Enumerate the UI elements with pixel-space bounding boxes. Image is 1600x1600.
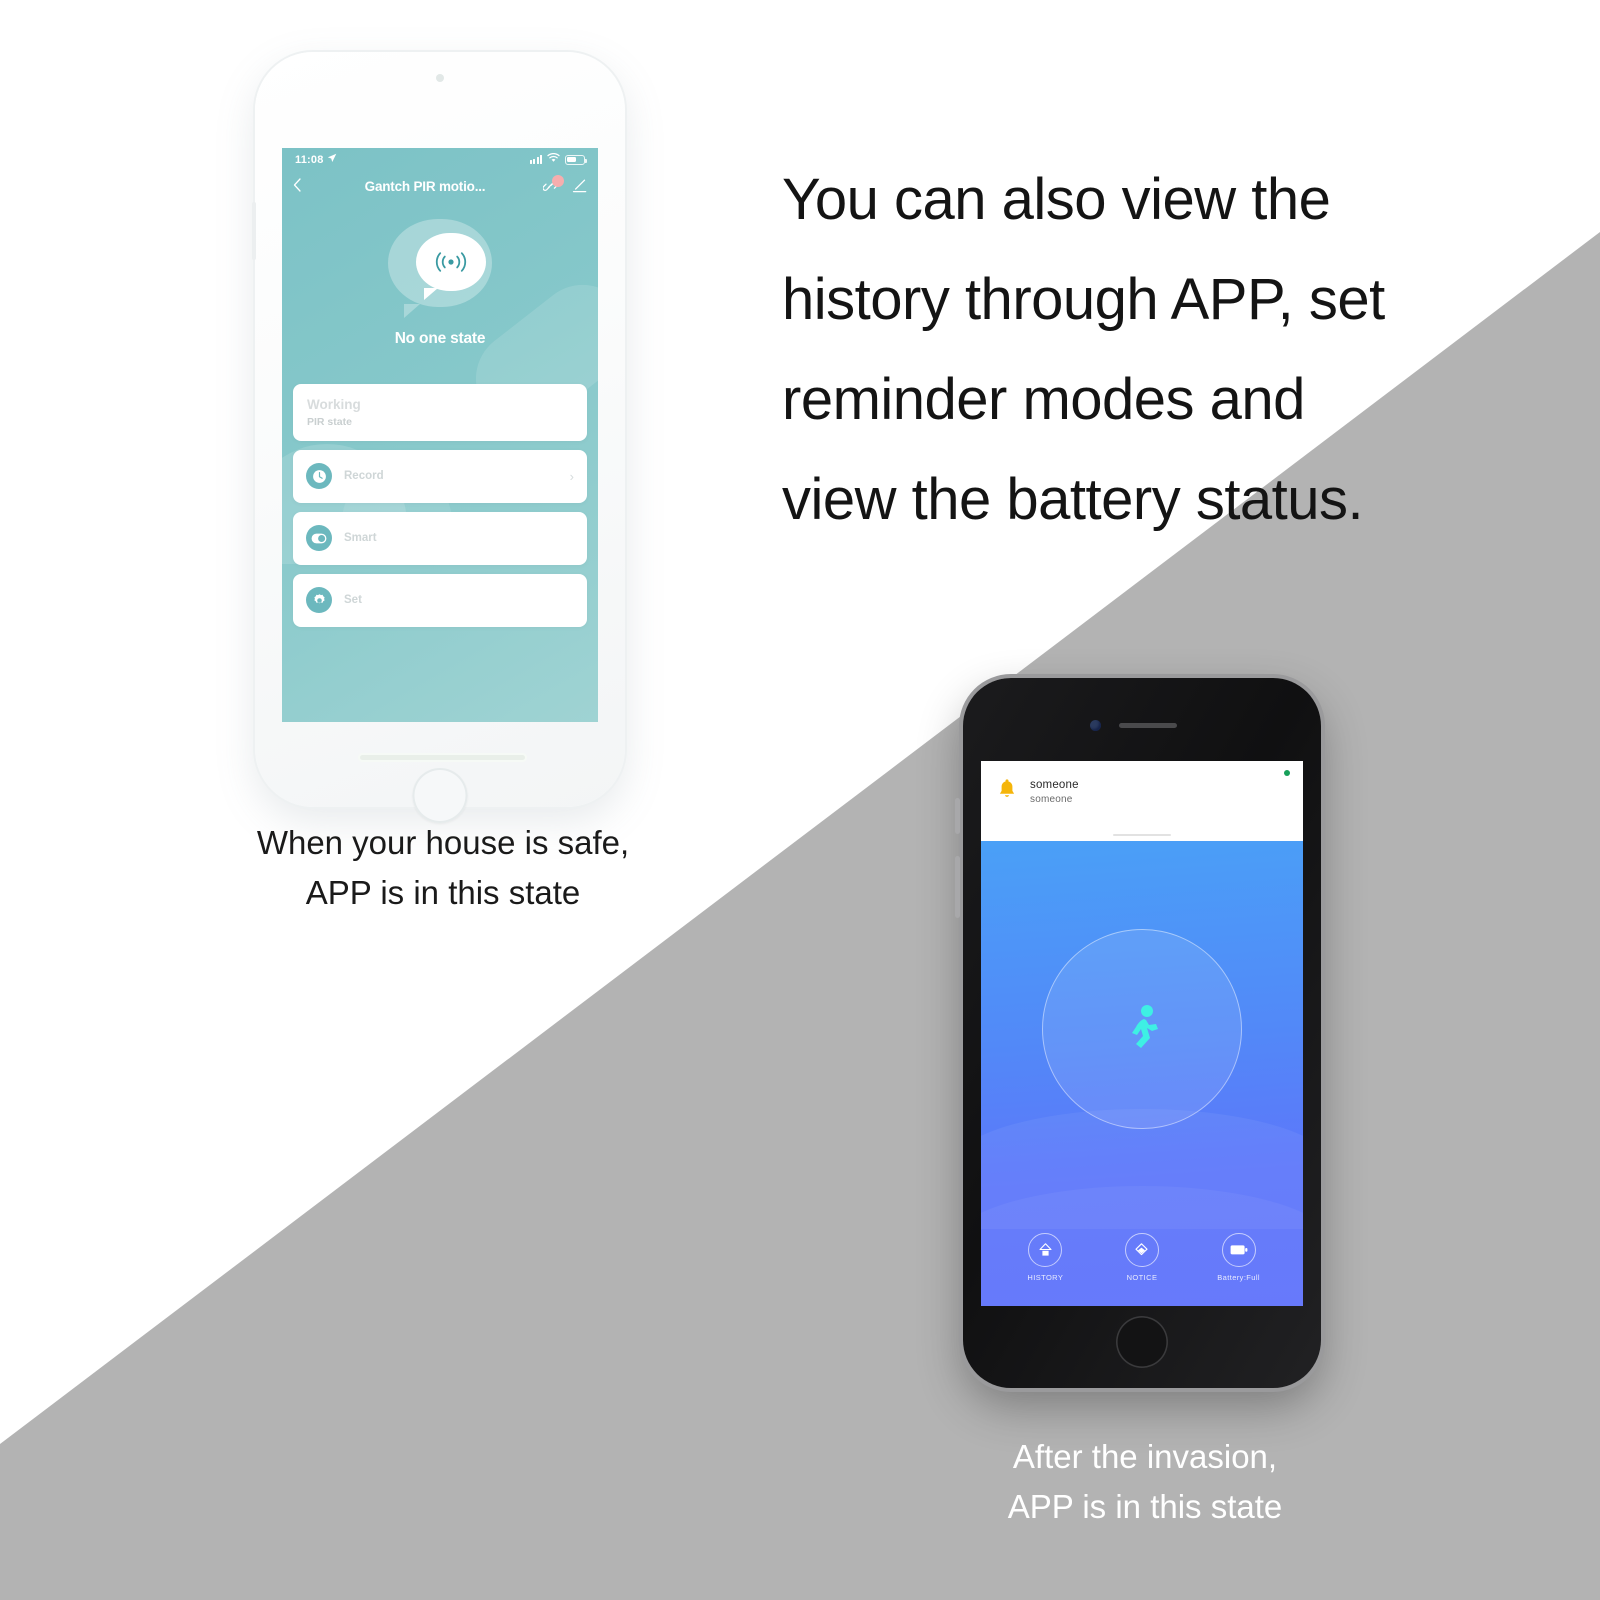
caption-alarm-state: After the invasion, APP is in this state — [890, 1432, 1400, 1532]
front-camera-icon — [436, 74, 444, 82]
list-item-label: Set — [344, 594, 362, 607]
bell-icon — [997, 779, 1017, 801]
button-label: HISTORY — [1027, 1273, 1064, 1282]
headline-line: You can also view the — [782, 167, 1331, 232]
clock-icon — [306, 463, 332, 490]
hero-state-area: No one state — [282, 201, 598, 376]
chevron-right-icon: › — [569, 468, 574, 484]
device-title: Gantch PIR motio... — [364, 178, 486, 194]
history-icon — [1028, 1233, 1063, 1267]
pir-status-value: Working — [307, 397, 361, 412]
notice-icon — [1124, 1233, 1159, 1267]
pir-status-card: Working PIR state — [293, 384, 587, 441]
status-bar-right — [529, 153, 588, 166]
wifi-icon — [547, 153, 560, 166]
list-item-record[interactable]: Record › — [293, 449, 587, 503]
phone-screen-alarm: someone someone HISTORY NOTICE Battery:F… — [981, 761, 1303, 1306]
status-bar: 11:08 — [282, 148, 598, 171]
gear-icon — [306, 587, 332, 614]
location-arrow-icon — [327, 153, 337, 166]
phone-device-alarm-state: someone someone HISTORY NOTICE Battery:F… — [955, 678, 1321, 1388]
toggle-icon — [306, 525, 332, 552]
status-bar-left: 11:08 — [295, 153, 337, 166]
speech-bubble-outer — [388, 219, 492, 318]
home-button[interactable] — [1116, 1316, 1168, 1368]
motion-signal-icon — [416, 233, 486, 300]
app-background-blue: HISTORY NOTICE Battery:Full — [981, 841, 1303, 1306]
motion-detected-circle — [1042, 929, 1242, 1129]
battery-button[interactable]: Battery:Full — [1204, 1233, 1274, 1282]
headline-text: You can also view the history through AP… — [782, 150, 1482, 550]
notification-title: someone — [1030, 779, 1079, 791]
front-camera-icon — [1090, 720, 1101, 731]
back-button[interactable] — [293, 177, 301, 195]
pir-status-label: PIR state — [307, 415, 352, 428]
list-item-label: Smart — [344, 532, 377, 545]
notification-body: someone someone — [997, 779, 1287, 805]
phone-device-safe-state: 11:08 Gantch PIR motio... No one state W… — [252, 52, 625, 823]
headline-line: view the battery status. — [782, 467, 1364, 532]
status-time: 11:08 — [295, 153, 324, 166]
headline-line: history through APP, set — [782, 267, 1385, 332]
list-item-label: Record — [344, 470, 384, 483]
notification-subtitle: someone — [1030, 794, 1073, 805]
signal-bars-icon — [529, 155, 542, 164]
home-indicator-bar — [360, 755, 525, 760]
caption-line: APP is in this state — [305, 874, 581, 911]
headline-line: reminder modes and — [782, 367, 1305, 432]
pencil-edit-icon[interactable] — [572, 179, 587, 193]
caption-line: When your house is safe, — [256, 824, 630, 861]
button-label: NOTICE — [1126, 1273, 1158, 1282]
notification-badge — [552, 175, 564, 187]
phone-screen-safe: 11:08 Gantch PIR motio... No one state W… — [282, 148, 598, 722]
earpiece-speaker — [1119, 723, 1177, 728]
caption-line: After the invasion, — [1012, 1438, 1278, 1475]
home-button[interactable] — [412, 768, 468, 823]
notification-text: someone someone — [1030, 779, 1079, 805]
bottom-action-row: HISTORY NOTICE Battery:Full — [981, 1233, 1303, 1282]
running-person-icon — [1120, 1003, 1164, 1055]
app-header-bar: Gantch PIR motio... — [282, 171, 598, 201]
notification-card[interactable]: someone someone — [981, 761, 1303, 841]
online-dot — [1284, 770, 1290, 776]
list-item-set[interactable]: Set — [293, 573, 587, 627]
settings-card-list: Working PIR state Record › Smart Set — [282, 376, 598, 627]
battery-icon — [565, 154, 588, 165]
caption-safe-state: When your house is safe, APP is in this … — [148, 818, 738, 918]
list-item-smart[interactable]: Smart — [293, 511, 587, 565]
battery-full-icon — [1221, 1233, 1256, 1267]
app-background-teal: 11:08 Gantch PIR motio... No one state W… — [282, 148, 598, 722]
button-label: Battery:Full — [1217, 1273, 1260, 1282]
hero-state-label: No one state — [394, 330, 486, 347]
drag-handle[interactable] — [1113, 834, 1171, 836]
share-link-icon[interactable] — [543, 175, 564, 193]
notice-button[interactable]: NOTICE — [1107, 1233, 1177, 1282]
header-actions — [543, 175, 587, 193]
history-button[interactable]: HISTORY — [1010, 1233, 1080, 1282]
caption-line: APP is in this state — [1007, 1488, 1283, 1525]
